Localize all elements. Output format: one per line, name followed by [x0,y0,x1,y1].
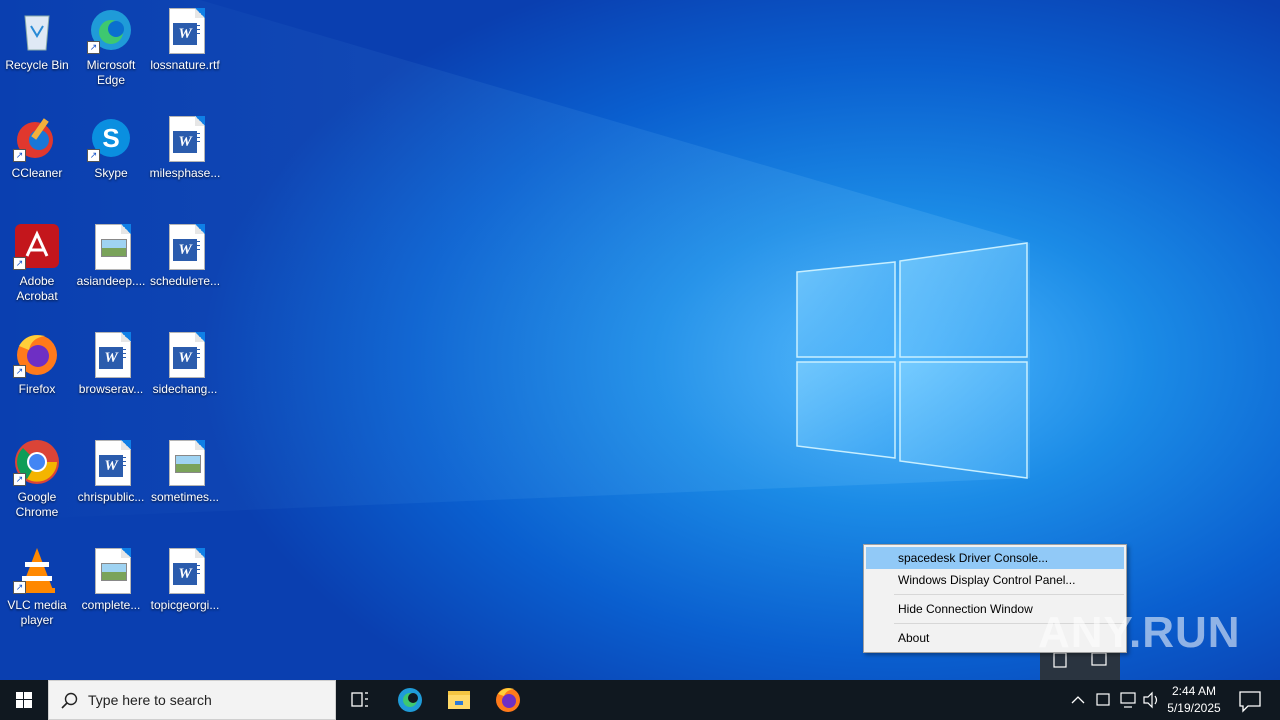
desktop-icon-chrispublic[interactable]: Wchrispublic... [74,438,148,505]
acrobat-icon: ↗ [13,222,61,270]
taskbar-firefox-button[interactable] [484,680,532,720]
desktop-icon-label: CCleaner [11,166,63,180]
desktop-icon-microsoft-edge[interactable]: ↗ Microsoft Edge [74,6,148,88]
tray-icons [1071,691,1158,709]
desktop-icon-label: topicgeorgi... [150,598,220,612]
desktop-icon-label: Microsoft Edge [86,58,136,87]
watermark: ANY.RUN [1038,608,1241,657]
task-view-icon [351,692,368,707]
desktop-icon-adobe-acrobat[interactable]: ↗ Adobe Acrobat [0,222,74,304]
ccleaner-icon: ↗ [13,114,61,162]
clock-time: 2:44 AM [1171,684,1217,698]
taskbar: Type here to search 2:44 AM 5/19/2025 [0,680,1280,720]
desktop-icon-label: scheduleте... [149,274,221,288]
desktop-icon-label: Adobe Acrobat [16,274,58,303]
shortcut-arrow-icon: ↗ [87,41,100,54]
file-explorer-icon [448,691,470,709]
desktop-icon-firefox[interactable]: ↗ Firefox [0,330,74,397]
skype-icon: S ↗ [87,114,135,162]
word-icon: W [161,114,209,162]
firefox-icon: ↗ [13,330,61,378]
search-placeholder: Type here to search [88,692,212,708]
task-view-button[interactable] [336,680,384,720]
menu-item-display-control-panel[interactable]: Windows Display Control Panel... [866,569,1124,591]
desktop-icon-label: asiandeep.... [76,274,146,288]
word-icon: W [161,6,209,54]
word-icon: W [161,222,209,270]
action-center-button[interactable] [1226,680,1274,720]
firefox-icon [496,688,520,712]
desktop-icon-label: Firefox [18,382,56,396]
shortcut-arrow-icon: ↗ [13,581,26,594]
word-icon: W [161,546,209,594]
desktop-icon-label: milesphase... [149,166,221,180]
desktop-icon-lossnature-rtf[interactable]: Wlossnature.rtf [148,6,222,73]
chrome-icon: ↗ [13,438,61,486]
system-tray [1066,680,1162,720]
edge-icon: ↗ [87,6,135,54]
word-icon: W [87,330,135,378]
desktop-icon-asiandeep[interactable]: asiandeep.... [74,222,148,289]
image-icon [87,546,135,594]
image-icon [161,438,209,486]
shortcut-arrow-icon: ↗ [87,149,100,162]
recycle-bin-icon [13,6,61,54]
shortcut-arrow-icon: ↗ [13,257,26,270]
edge-icon [398,688,422,712]
desktop-icon-label: VLC media player [7,598,67,627]
desktop-icon-browserav[interactable]: Wbrowserav... [74,330,148,397]
vlc-icon: ↗ [13,546,61,594]
menu-item-driver-console[interactable]: spacedesk Driver Console... [866,547,1124,569]
desktop-icon-sidechang[interactable]: Wsidechang... [148,330,222,397]
desktop-icon-ccleaner[interactable]: ↗ CCleaner [0,114,74,181]
desktop-icon-complete[interactable]: complete... [74,546,148,613]
taskbar-file-explorer-button[interactable] [435,680,483,720]
desktop-icon-label: Google Chrome [15,490,59,519]
clock[interactable]: 2:44 AM 5/19/2025 [1162,683,1226,717]
desktop-icon-google-chrome[interactable]: ↗ Google Chrome [0,438,74,520]
start-button[interactable] [0,680,48,720]
desktop-icon-schedule[interactable]: Wscheduleте... [148,222,222,289]
desktop-icon-vlc-media-player[interactable]: ↗ VLC media player [0,546,74,628]
clock-date: 5/19/2025 [1167,701,1221,715]
taskbar-edge-button[interactable] [386,680,434,720]
windows-logo-icon [16,692,32,708]
notification-icon [1239,691,1261,713]
word-icon: W [161,330,209,378]
shortcut-arrow-icon: ↗ [13,365,26,378]
desktop-icon-sometimes[interactable]: sometimes... [148,438,222,505]
desktop-icon-label: Skype [94,166,128,180]
desktop-icon-label: lossnature.rtf [150,58,220,72]
shortcut-arrow-icon: ↗ [13,149,26,162]
desktop-icon-recycle-bin[interactable]: Recycle Bin [0,6,74,73]
desktop-icon-label: sometimes... [150,490,219,504]
svg-text:S: S [102,123,119,153]
desktop-icon-label: complete... [81,598,141,612]
desktop-icon-skype[interactable]: S ↗ Skype [74,114,148,181]
desktop-icon-milesphase[interactable]: Wmilesphase... [148,114,222,181]
desktop-icon-label: sidechang... [152,382,218,396]
menu-separator [894,594,1124,595]
image-icon [87,222,135,270]
search-box[interactable]: Type here to search [48,680,336,720]
desktop-icon-label: Recycle Bin [5,58,69,72]
desktop-icon-topicgeorgi[interactable]: Wtopicgeorgi... [148,546,222,613]
desktop-icon-label: chrispublic... [77,490,145,504]
word-icon: W [87,438,135,486]
shortcut-arrow-icon: ↗ [13,473,26,486]
search-icon [61,692,78,709]
desktop-icon-label: browserav... [78,382,144,396]
